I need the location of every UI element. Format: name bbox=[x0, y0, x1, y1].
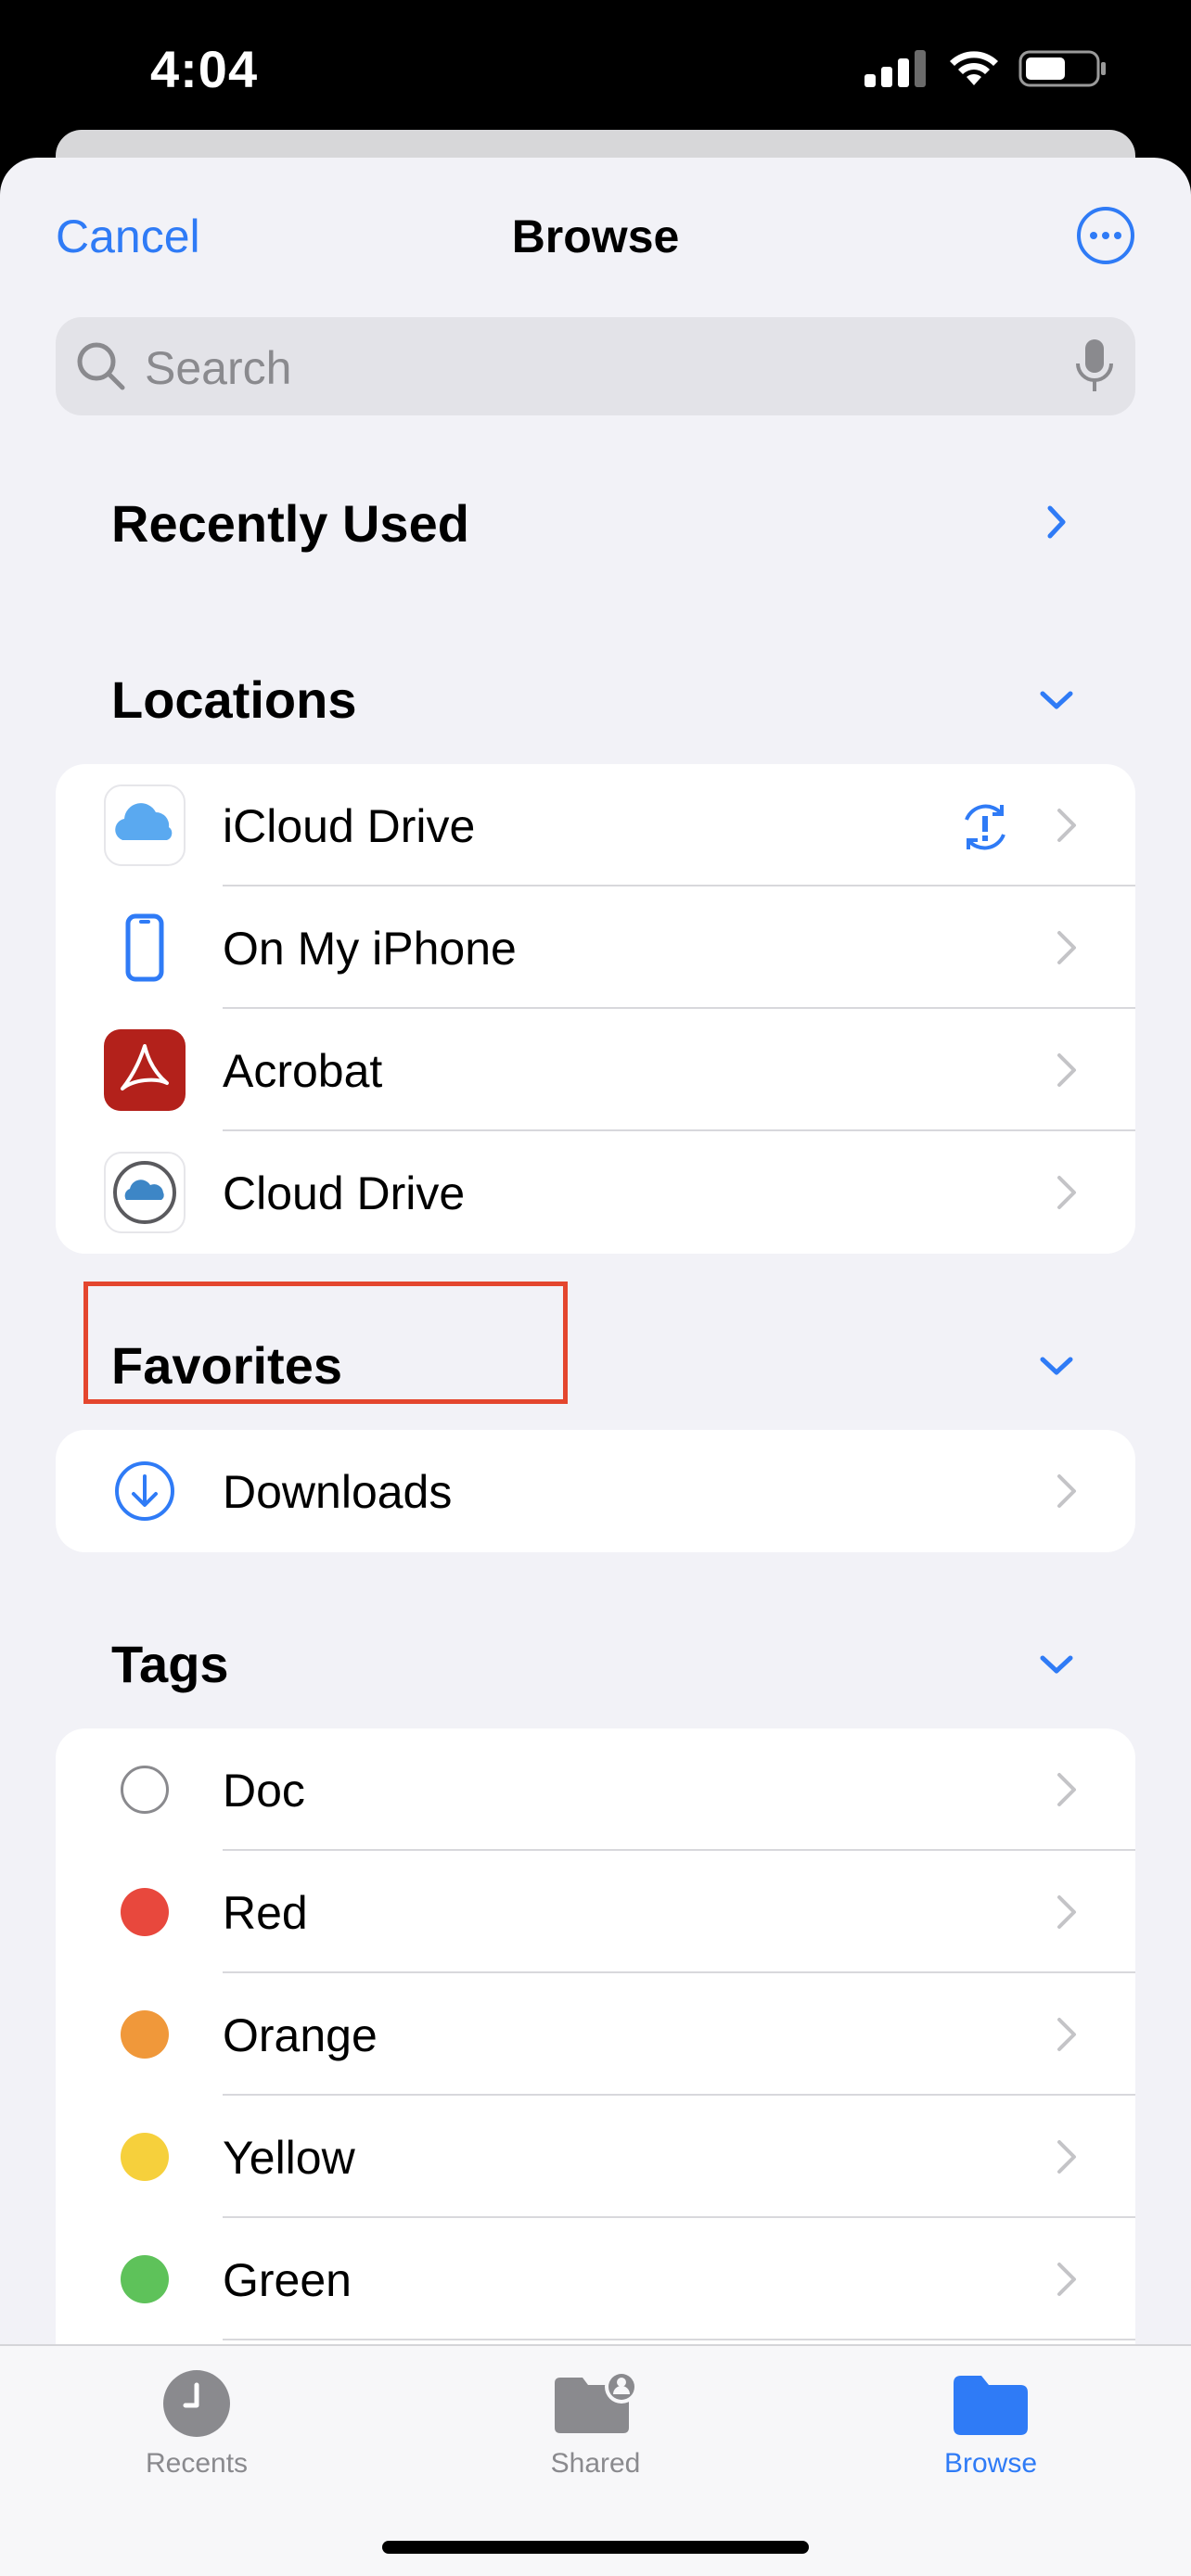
tag-label: Orange bbox=[223, 2009, 378, 2061]
tags-header[interactable]: Tags bbox=[111, 1634, 229, 1694]
tag-yellow[interactable]: Yellow bbox=[56, 2096, 1135, 2218]
chevron-down-icon[interactable] bbox=[1037, 681, 1076, 720]
acrobat-icon bbox=[104, 1029, 186, 1111]
favorites-list: Downloads bbox=[56, 1430, 1135, 1552]
browse-sheet: Cancel Browse Search Recently Used Locat… bbox=[0, 158, 1191, 2576]
chevron-right-icon[interactable] bbox=[1037, 503, 1076, 542]
status-icons bbox=[864, 48, 1108, 89]
location-icloud-drive[interactable]: iCloud Drive bbox=[56, 764, 1135, 886]
tab-shared[interactable]: Shared bbox=[484, 2368, 707, 2480]
tag-color-dot bbox=[121, 2010, 169, 2059]
favorites-header[interactable]: Favorites bbox=[111, 1335, 342, 1396]
tag-color-dot bbox=[121, 1888, 169, 1936]
tab-label: Recents bbox=[145, 2448, 249, 2479]
battery-icon bbox=[1018, 50, 1106, 87]
status-bar: 4:04 bbox=[0, 0, 1191, 139]
chevron-right-icon bbox=[1057, 2140, 1076, 2174]
location-on-my-iphone[interactable]: On My iPhone bbox=[56, 886, 1135, 1009]
location-label: iCloud Drive bbox=[223, 800, 476, 852]
tab-browse[interactable]: Browse bbox=[879, 2368, 1102, 2480]
location-label: Acrobat bbox=[223, 1045, 383, 1097]
chevron-down-icon[interactable] bbox=[1037, 1645, 1076, 1684]
iphone-icon bbox=[125, 913, 164, 982]
status-time: 4:04 bbox=[150, 40, 259, 98]
tag-red[interactable]: Red bbox=[56, 1851, 1135, 1973]
chevron-right-icon bbox=[1057, 809, 1076, 842]
shared-folder-icon bbox=[555, 2370, 638, 2433]
chevron-right-icon bbox=[1057, 1176, 1076, 1209]
tag-color-dot bbox=[121, 1766, 169, 1814]
search-placeholder: Search bbox=[145, 342, 292, 394]
chevron-right-icon bbox=[1057, 1053, 1076, 1087]
tab-recents[interactable]: Recents bbox=[85, 2368, 308, 2480]
search-field[interactable]: Search bbox=[56, 317, 1135, 415]
tag-orange[interactable]: Orange bbox=[56, 1973, 1135, 2096]
tab-label: Browse bbox=[943, 2448, 1038, 2479]
chevron-right-icon bbox=[1057, 1895, 1076, 1929]
tag-color-dot bbox=[121, 2133, 169, 2181]
chevron-right-icon bbox=[1057, 931, 1076, 964]
tag-green[interactable]: Green bbox=[56, 2218, 1135, 2340]
cloud-drive-icon bbox=[104, 1152, 186, 1233]
location-acrobat[interactable]: Acrobat bbox=[56, 1009, 1135, 1131]
clock-icon bbox=[163, 2370, 230, 2437]
cellular-signal-icon bbox=[864, 50, 926, 87]
page-title: Browse bbox=[511, 210, 680, 262]
folder-icon bbox=[954, 2376, 1028, 2435]
favorite-downloads[interactable]: Downloads bbox=[56, 1430, 1135, 1552]
locations-header[interactable]: Locations bbox=[111, 670, 356, 730]
tag-label: Red bbox=[223, 1887, 308, 1939]
icloud-icon bbox=[104, 784, 186, 866]
row-divider bbox=[223, 2339, 1135, 2340]
locations-list: iCloud Drive On My iPhone Acrobat Cloud … bbox=[56, 764, 1135, 1254]
chevron-right-icon bbox=[1057, 2263, 1076, 2296]
location-label: Cloud Drive bbox=[223, 1167, 466, 1219]
chevron-right-icon bbox=[1057, 1474, 1076, 1508]
tag-label: Doc bbox=[223, 1765, 305, 1817]
search-icon bbox=[77, 342, 125, 390]
home-indicator bbox=[382, 2541, 809, 2554]
tab-label: Shared bbox=[550, 2448, 641, 2479]
tag-label: Yellow bbox=[223, 2132, 355, 2184]
chevron-right-icon bbox=[1057, 2018, 1076, 2051]
tag-label: Green bbox=[223, 2254, 352, 2306]
recently-used-header[interactable]: Recently Used bbox=[111, 493, 469, 554]
wifi-icon bbox=[950, 51, 998, 85]
navigation-bar: Cancel Browse bbox=[0, 158, 1191, 315]
chevron-down-icon[interactable] bbox=[1037, 1346, 1076, 1385]
tag-doc[interactable]: Doc bbox=[56, 1728, 1135, 1851]
microphone-icon[interactable] bbox=[1074, 338, 1115, 395]
location-label: On My iPhone bbox=[223, 923, 517, 975]
tag-color-dot bbox=[121, 2255, 169, 2303]
favorite-label: Downloads bbox=[223, 1466, 453, 1518]
chevron-right-icon bbox=[1057, 1773, 1076, 1806]
download-icon bbox=[115, 1461, 174, 1521]
more-options-icon[interactable] bbox=[1076, 206, 1135, 265]
location-cloud-drive[interactable]: Cloud Drive bbox=[56, 1131, 1135, 1254]
sync-warning-icon[interactable] bbox=[955, 797, 1015, 857]
